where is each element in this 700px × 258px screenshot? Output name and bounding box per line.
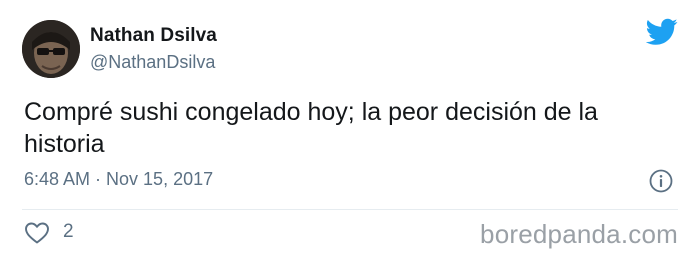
tweet-card: Nathan Dsilva @NathanDsilva Compré sushi… xyxy=(0,0,700,258)
like-count: 2 xyxy=(63,221,74,242)
watermark: boredpanda.com xyxy=(480,219,678,249)
display-name[interactable]: Nathan Dsilva xyxy=(90,25,217,47)
tweet-text: Compré sushi congelado hoy; la peor deci… xyxy=(24,98,598,158)
avatar[interactable] xyxy=(22,20,80,78)
divider xyxy=(22,209,678,210)
user-handle[interactable]: @NathanDsilva xyxy=(90,52,215,73)
tweet-timestamp[interactable]: 6:48 AM · Nov 15, 2017 xyxy=(24,169,213,190)
avatar-image xyxy=(22,20,80,78)
info-icon[interactable] xyxy=(648,168,674,194)
twitter-bird-icon[interactable] xyxy=(646,18,678,46)
heart-outline-icon[interactable] xyxy=(24,221,50,245)
